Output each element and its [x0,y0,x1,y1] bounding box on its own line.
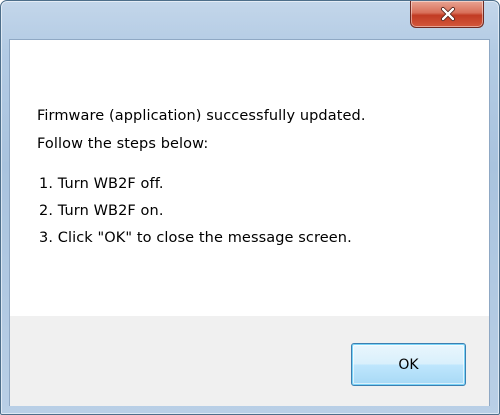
message-step-2: 2. Turn WB2F on. [39,203,164,219]
message-line-success: Firmware (application) successfully upda… [37,108,366,124]
dialog-client-area: Firmware (application) successfully upda… [9,39,490,406]
message-line-instructions: Follow the steps below: [37,136,209,152]
dialog-window: Firmware (application) successfully upda… [0,0,500,415]
message-step-1: 1. Turn WB2F off. [39,176,164,192]
message-area: Firmware (application) successfully upda… [10,40,489,316]
close-button[interactable] [410,1,484,28]
close-icon [441,7,455,21]
ok-button[interactable]: OK [351,343,466,386]
message-step-3: 3. Click "OK" to close the message scree… [39,230,352,246]
title-bar[interactable] [1,1,499,39]
button-bar: OK [10,316,489,406]
